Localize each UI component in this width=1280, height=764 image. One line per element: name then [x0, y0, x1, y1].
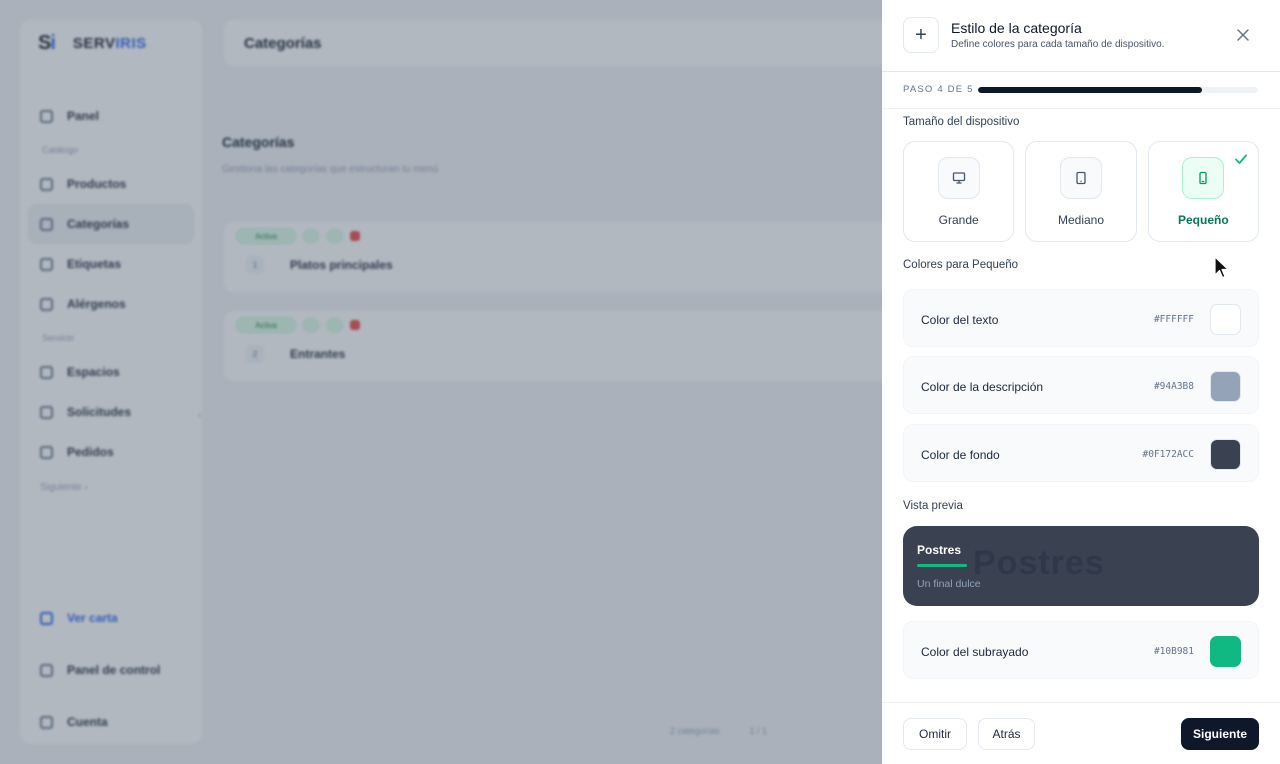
back-button[interactable]: Atrás	[978, 718, 1035, 750]
device-section-label: Tamaño del dispositivo	[903, 116, 1020, 128]
next-button[interactable]: Siguiente	[1181, 718, 1259, 750]
device-selector: Grande Mediano Pequeño	[903, 141, 1259, 242]
mouse-cursor-icon	[1214, 256, 1229, 279]
check-icon	[1235, 154, 1247, 164]
colors-section-label: Colores para Pequeño	[903, 259, 1019, 271]
color-hex-value: #94A3B8	[1153, 381, 1194, 392]
color-swatch-button[interactable]	[1210, 636, 1241, 667]
drawer-footer: Omitir Atrás Siguiente	[882, 702, 1280, 764]
device-option-grande[interactable]: Grande	[903, 141, 1015, 242]
color-hex-value: #10B981	[1153, 646, 1194, 657]
color-swatch-button[interactable]	[1210, 304, 1241, 335]
preview-underline	[917, 564, 967, 567]
category-preview: Postres Postres Un final dulce	[903, 526, 1259, 606]
device-label: Mediano	[1057, 213, 1104, 227]
color-row-description: Color de la descripción #94A3B8	[903, 356, 1259, 414]
color-label: Color de fondo	[921, 448, 1000, 462]
device-label: Pequeño	[1177, 213, 1229, 227]
preview-ghost-text: Postres	[973, 544, 1105, 582]
progress-fill	[978, 87, 1202, 93]
plus-icon: +	[903, 17, 939, 53]
color-label: Color del subrayado	[921, 645, 1029, 659]
preview-title: Postres	[917, 543, 962, 557]
color-label: Color de la descripción	[921, 380, 1044, 394]
category-style-drawer: + Estilo de la categoría Define colores …	[882, 0, 1280, 764]
monitor-icon	[952, 172, 965, 184]
step-progress: PASO 4 DE 5	[882, 72, 1280, 109]
step-label: PASO 4 DE 5	[903, 84, 974, 95]
color-swatch-button[interactable]	[1210, 371, 1241, 402]
drawer-subtitle: Define colores para cada tamaño de dispo…	[951, 39, 1165, 50]
color-row-text: Color del texto #FFFFFF	[903, 289, 1259, 347]
color-hex-value: #FFFFFF	[1153, 314, 1194, 325]
close-button[interactable]	[1232, 25, 1254, 45]
progress-track	[978, 87, 1258, 93]
color-label: Color del texto	[921, 313, 999, 327]
device-label: Grande	[938, 213, 979, 227]
preview-description: Un final dulce	[917, 578, 981, 590]
phone-icon	[1199, 171, 1207, 185]
device-option-pequeno[interactable]: Pequeño	[1147, 141, 1259, 242]
color-hex-value: #0F172ACC	[1142, 449, 1194, 460]
device-option-mediano[interactable]: Mediano	[1025, 141, 1137, 242]
drawer-header: + Estilo de la categoría Define colores …	[882, 0, 1280, 72]
close-icon	[1237, 29, 1249, 41]
preview-section-label: Vista previa	[903, 500, 963, 512]
tablet-icon	[1076, 171, 1086, 185]
color-row-background: Color de fondo #0F172ACC	[903, 424, 1259, 482]
modal-backdrop[interactable]	[0, 0, 882, 764]
skip-button[interactable]: Omitir	[903, 718, 967, 750]
color-row-underline: Color del subrayado #10B981	[903, 621, 1259, 679]
color-swatch-button[interactable]	[1210, 439, 1241, 470]
drawer-title: Estilo de la categoría	[951, 20, 1082, 36]
